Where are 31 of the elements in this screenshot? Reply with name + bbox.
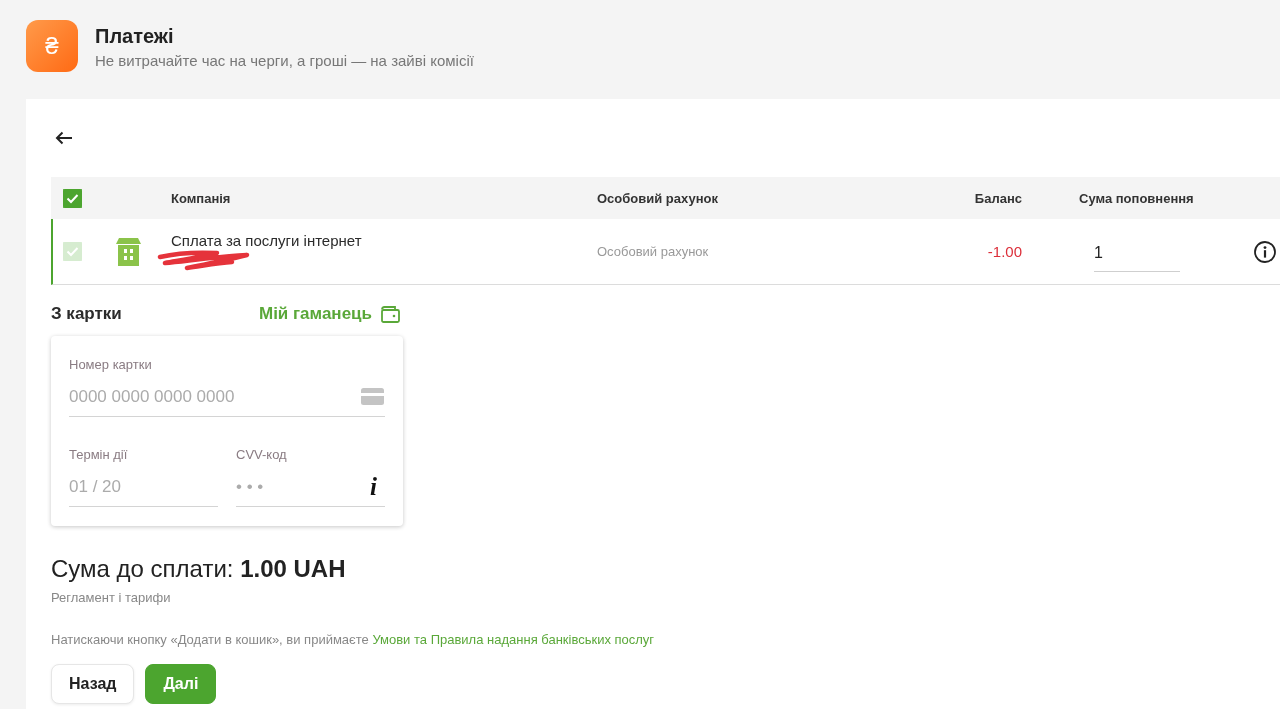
account-number: Особовий рахунок bbox=[597, 244, 709, 259]
back-text-button[interactable]: Назад bbox=[51, 664, 135, 704]
info-icon[interactable]: i bbox=[370, 474, 377, 500]
card-number-field[interactable]: 0000 0000 0000 0000 bbox=[69, 377, 385, 417]
page-title: Платежі bbox=[95, 24, 175, 48]
field-label: CVV-код bbox=[236, 447, 288, 463]
expiry-field[interactable]: 01 / 20 bbox=[69, 467, 218, 507]
total-amount: Сума до сплати: 1.00 UAH bbox=[51, 554, 346, 584]
arrow-left-icon bbox=[55, 131, 73, 145]
balance-value: -1.00 bbox=[987, 243, 1022, 260]
checkbox[interactable] bbox=[63, 188, 82, 208]
next-button[interactable]: Далі bbox=[145, 664, 217, 704]
credit-card-icon bbox=[361, 388, 384, 405]
column-header: Компанія bbox=[171, 190, 231, 206]
building-icon bbox=[116, 237, 141, 266]
field-label: Термін дії bbox=[69, 447, 129, 463]
scribble-icon bbox=[157, 249, 251, 271]
section-title: З картки bbox=[51, 304, 122, 324]
logo-icon: ₴ bbox=[26, 20, 78, 72]
column-header: Сума поповнення bbox=[1079, 190, 1194, 206]
company-name: Сплата за послуги інтернет bbox=[171, 232, 362, 250]
field-label: Номер картки bbox=[69, 357, 153, 373]
terms-link[interactable]: Умови та Правила надання банківських послуг bbox=[372, 632, 655, 647]
wallet-link[interactable]: Мій гаманець bbox=[258, 304, 400, 324]
terms-text: Натискаючи кнопку «Додати в кошик», ви приймаєте Умови та Правила надання банківських послуг bbox=[51, 632, 655, 648]
page-subtitle: Не витрачайте час на черги, а гроші — на зайві комісії bbox=[95, 52, 474, 70]
column-header: Баланс bbox=[974, 190, 1022, 206]
info-icon[interactable] bbox=[1254, 240, 1276, 263]
column-header: Особовий рахунок bbox=[597, 190, 718, 206]
wallet-icon bbox=[381, 305, 400, 323]
tariffs-link[interactable]: Регламент і тарифи bbox=[51, 590, 171, 606]
